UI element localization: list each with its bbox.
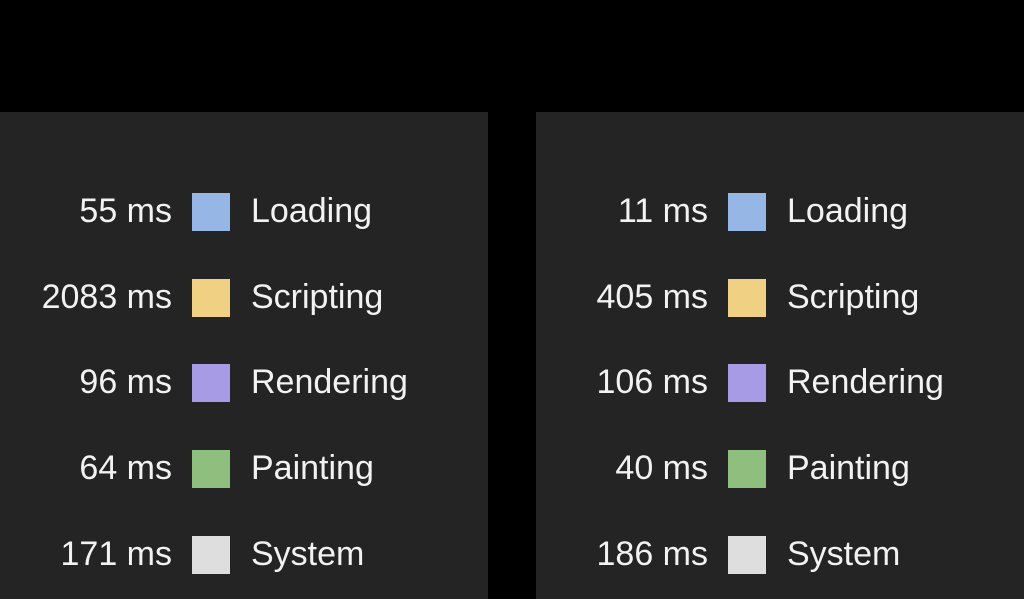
color-swatch [728,364,766,402]
time-value: 106 ms [596,363,709,401]
color-swatch [192,279,230,317]
category-label: Rendering [251,363,408,401]
legend-row-scripting: 405 ms Scripting [536,277,1024,317]
color-swatch [192,193,230,231]
legend-row-rendering: 106 ms Rendering [536,362,1024,402]
legend-row-system: 186 ms System [536,534,1024,574]
legend-row-painting: 40 ms Painting [536,448,1024,488]
time-value: 40 ms [615,449,708,487]
color-swatch [728,450,766,488]
legend-row-loading: 55 ms Loading [0,191,488,231]
legend-row-loading: 11 ms Loading [536,191,1024,231]
legend-row-scripting: 2083 ms Scripting [0,277,488,317]
legend-row-rendering: 96 ms Rendering [0,362,488,402]
time-value: 96 ms [79,363,172,401]
category-label: Scripting [251,278,384,316]
color-swatch [192,364,230,402]
category-label: System [787,535,901,573]
time-value: 11 ms [617,192,708,230]
legend-row-system: 171 ms System [0,534,488,574]
color-swatch [192,450,230,488]
category-label: Loading [251,192,373,230]
category-label: Painting [251,449,374,487]
category-label: Rendering [787,363,944,401]
summary-panel-left: 55 ms Loading 2083 ms Scripting 96 ms Renderi… [0,112,488,599]
color-swatch [728,193,766,231]
category-label: Loading [787,192,909,230]
time-value: 64 ms [79,449,172,487]
color-swatch [192,536,230,574]
category-label: Scripting [787,278,920,316]
time-value: 55 ms [79,192,172,230]
color-swatch [728,536,766,574]
time-value: 186 ms [596,535,709,573]
legend-row-painting: 64 ms Painting [0,448,488,488]
time-value: 2083 ms [41,278,172,316]
color-swatch [728,279,766,317]
summary-panel-right: 11 ms Loading 405 ms Scripting 106 ms Renderi… [536,112,1024,599]
category-label: System [251,535,365,573]
category-label: Painting [787,449,910,487]
time-value: 405 ms [596,278,709,316]
time-value: 171 ms [60,535,173,573]
